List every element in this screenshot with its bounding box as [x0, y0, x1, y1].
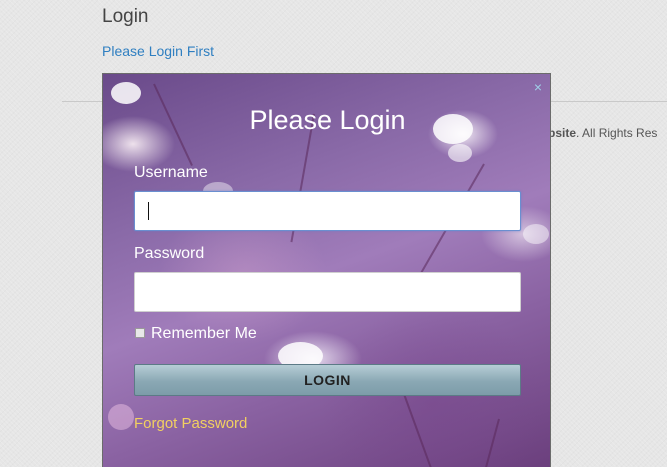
login-modal: × Please Login Username Password Remembe… [102, 73, 551, 467]
footer-site-name: psite [548, 126, 577, 140]
password-label: Password [134, 245, 205, 262]
footer-copyright: psite. All Rights Res [548, 126, 657, 140]
text-caret [148, 202, 149, 220]
page-title: Login [102, 6, 149, 27]
remember-me-checkbox[interactable] [135, 328, 145, 338]
stem-decoration [403, 393, 433, 467]
forgot-password-link[interactable]: Forgot Password [134, 415, 247, 432]
flower-decoration [108, 404, 134, 430]
password-input[interactable] [134, 272, 521, 312]
flower-decoration [523, 224, 549, 244]
stem-decoration [482, 418, 500, 467]
flower-decoration [448, 144, 472, 162]
close-icon[interactable]: × [532, 80, 544, 94]
username-label: Username [134, 164, 208, 181]
flower-decoration [111, 82, 141, 104]
modal-title: Please Login [249, 105, 406, 135]
remember-me-label[interactable]: Remember Me [151, 325, 257, 343]
username-input[interactable] [134, 191, 521, 231]
login-notice-link[interactable]: Please Login First [102, 43, 214, 59]
login-button[interactable]: LOGIN [134, 364, 521, 396]
footer-rights-text: . All Rights Res [576, 126, 658, 140]
